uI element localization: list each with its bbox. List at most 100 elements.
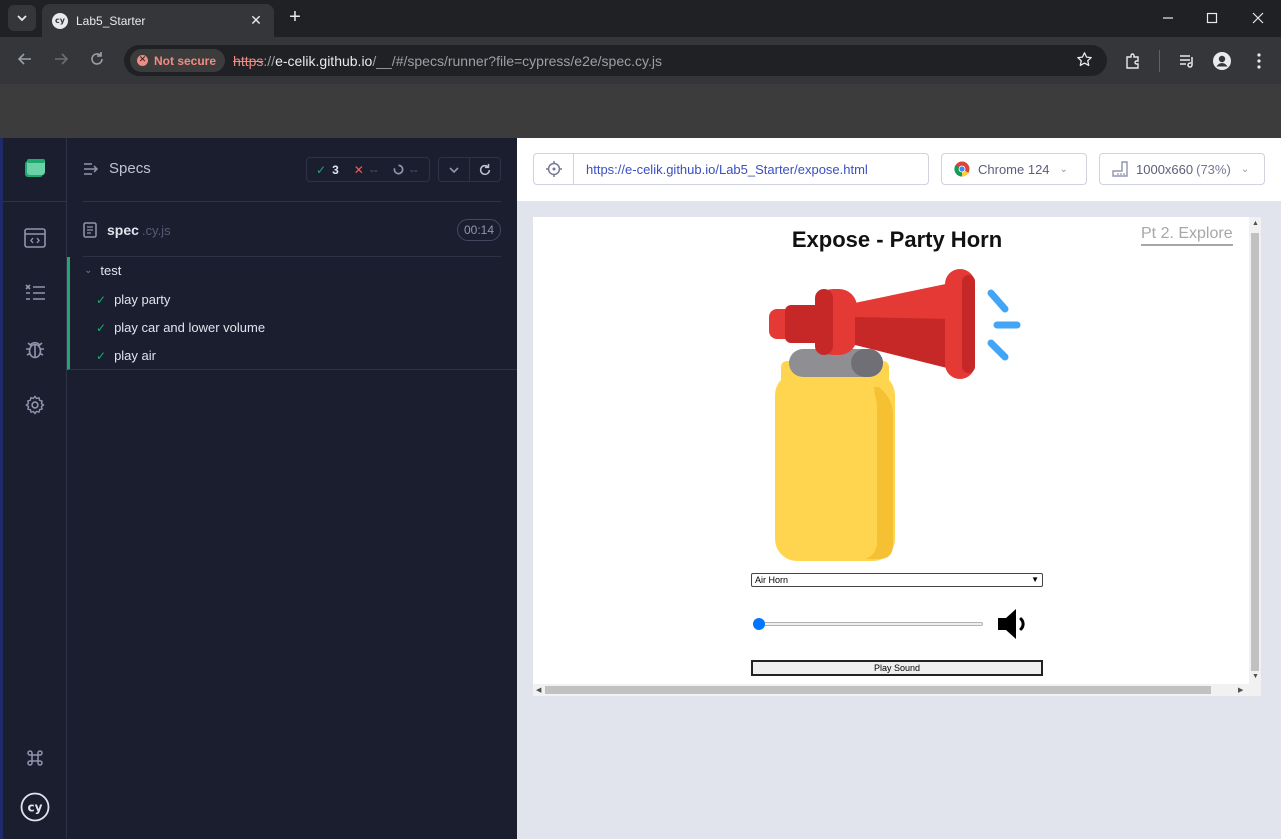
chrome-logo-icon	[954, 161, 970, 177]
spec-file-row[interactable]: spec .cy.js 00:14	[83, 218, 501, 242]
scroll-right-arrow-icon[interactable]: ▶	[1238, 686, 1243, 694]
aut-url-bar[interactable]: https://e-celik.github.io/Lab5_Starter/e…	[533, 153, 929, 185]
test-item[interactable]: ✓ play air	[96, 348, 156, 363]
pending-stat: --	[393, 163, 418, 177]
failed-stat: ✕ --	[354, 163, 378, 177]
extensions-puzzle-icon[interactable]	[1123, 51, 1143, 71]
scroll-up-arrow-icon[interactable]: ▲	[1252, 220, 1259, 227]
party-horn-image	[769, 269, 1021, 561]
chevron-down-icon	[17, 15, 27, 22]
failed-x-icon: ✕	[353, 162, 364, 177]
address-url: https://e-celik.github.io/__/#/specs/run…	[233, 53, 662, 69]
failed-count: --	[369, 162, 378, 177]
app-under-test-panel: https://e-celik.github.io/Lab5_Starter/e…	[517, 138, 1281, 839]
aut-iframe: Expose - Party Horn Pt 2. Explore Air Ho…	[533, 217, 1261, 696]
bookmarks-bar	[0, 84, 1281, 138]
vertical-scrollbar[interactable]: ▲ ▼	[1249, 217, 1261, 684]
play-sound-button[interactable]: Play Sound	[751, 660, 1043, 676]
horizontal-scroll-thumb[interactable]	[545, 686, 1211, 694]
rerun-icon	[479, 163, 491, 175]
cypress-runner: cy Specs ✓ 3 ✕ -- -- spec .cy.js 00:14 ⌄…	[0, 138, 1281, 839]
slider-track	[753, 622, 983, 626]
browser-menu-icon[interactable]	[1249, 51, 1269, 71]
test-item[interactable]: ✓ play party	[96, 292, 170, 307]
minimize-icon[interactable]	[1158, 8, 1178, 28]
aut-header: https://e-celik.github.io/Lab5_Starter/e…	[517, 138, 1281, 201]
reload-icon[interactable]	[87, 51, 107, 71]
browser-tab-bar: cy Lab5_Starter ✕ +	[0, 0, 1281, 37]
viewport-selector[interactable]: 1000x660 (73%) ⌄	[1099, 153, 1265, 185]
address-bar[interactable]: ✕ Not secure https://e-celik.github.io/_…	[124, 45, 1107, 76]
passed-stat: ✓ 3	[316, 163, 339, 177]
document-icon	[83, 222, 97, 238]
nav-divider	[3, 201, 67, 202]
debug-bug-icon[interactable]	[23, 337, 47, 361]
toolbar-divider	[1159, 50, 1160, 72]
cypress-favicon-icon: cy	[52, 12, 68, 29]
spec-extension: .cy.js	[141, 222, 171, 238]
cypress-side-nav: cy	[0, 138, 67, 839]
specs-toggle[interactable]: Specs	[83, 160, 151, 177]
reporter-panel: Specs ✓ 3 ✕ -- -- spec .cy.js 00:14 ⌄ te…	[67, 138, 517, 839]
new-tab-button[interactable]: +	[284, 6, 306, 28]
viewport-scale: (73%)	[1196, 161, 1231, 177]
specs-list-icon[interactable]	[23, 281, 47, 305]
url-scheme: https	[233, 52, 264, 69]
browser-tab[interactable]: cy Lab5_Starter ✕	[42, 4, 274, 37]
tab-search-button[interactable]	[8, 5, 36, 31]
chevron-down-icon	[449, 166, 459, 173]
horn-select[interactable]: Air Horn ▼	[751, 573, 1043, 587]
media-controls-icon[interactable]	[1177, 51, 1197, 71]
selector-playground-crosshair-icon[interactable]	[534, 154, 574, 184]
suite-title-row[interactable]: ⌄ test	[84, 263, 121, 278]
passed-count: 3	[332, 162, 339, 177]
tab-title: Lab5_Starter	[76, 13, 146, 28]
profile-avatar-icon[interactable]	[1212, 51, 1232, 71]
not-secure-chip[interactable]: ✕ Not secure	[130, 49, 226, 72]
passed-check-icon: ✓	[96, 320, 107, 335]
volume-icon	[998, 609, 1025, 639]
scroll-left-arrow-icon[interactable]: ◀	[536, 686, 541, 694]
spec-duration: 00:14	[456, 219, 501, 241]
horizontal-scrollbar[interactable]: ◀ ▶	[533, 684, 1261, 696]
maximize-icon[interactable]	[1202, 8, 1222, 28]
bookmark-star-icon[interactable]	[1076, 51, 1093, 73]
svg-text:cy: cy	[28, 801, 43, 815]
slider-thumb[interactable]	[753, 618, 765, 630]
test-item[interactable]: ✓ play car and lower volume	[96, 320, 265, 335]
tab-close-icon[interactable]: ✕	[248, 12, 264, 29]
passed-check-icon: ✓	[316, 162, 327, 177]
aut-url-text: https://e-celik.github.io/Lab5_Starter/e…	[586, 161, 868, 177]
pending-count: --	[409, 162, 418, 177]
chevron-down-icon: ▼	[1031, 575, 1039, 584]
window-close-icon[interactable]	[1248, 8, 1268, 28]
chevron-down-icon: ⌄	[84, 265, 93, 276]
test-stats: ✓ 3 ✕ -- --	[306, 157, 430, 182]
test-suite: ⌄ test ✓ play party ✓ play car and lower…	[67, 257, 517, 370]
browser-selector[interactable]: Chrome 124 ⌄	[941, 153, 1087, 185]
warning-icon: ✕	[137, 55, 148, 66]
rerun-button[interactable]	[469, 157, 501, 182]
keyboard-shortcuts-icon[interactable]	[23, 746, 47, 770]
settings-gear-icon[interactable]	[23, 393, 47, 417]
url-separator: ://	[263, 52, 276, 69]
specs-label: Specs	[109, 160, 151, 177]
passed-check-icon: ✓	[96, 292, 107, 307]
header-divider	[83, 201, 501, 202]
forward-arrow-icon[interactable]	[51, 51, 71, 71]
passed-check-icon: ✓	[96, 348, 107, 363]
browser-name: Chrome 124	[978, 161, 1050, 177]
collapse-all-button[interactable]	[438, 157, 470, 182]
runs-browser-icon[interactable]	[23, 226, 47, 250]
cypress-logo-icon[interactable]: cy	[20, 792, 50, 822]
spec-name: spec	[107, 222, 139, 238]
volume-slider[interactable]	[753, 618, 983, 630]
project-icon[interactable]	[24, 158, 46, 178]
url-host: e-celik.github.io	[275, 52, 373, 69]
test-title: play car and lower volume	[114, 320, 266, 335]
explore-link[interactable]: Pt 2. Explore	[1141, 225, 1233, 246]
pending-spinner-icon	[393, 164, 404, 175]
back-arrow-icon[interactable]	[15, 51, 35, 71]
scroll-down-arrow-icon[interactable]: ▼	[1252, 673, 1259, 680]
vertical-scroll-thumb[interactable]	[1251, 233, 1259, 671]
